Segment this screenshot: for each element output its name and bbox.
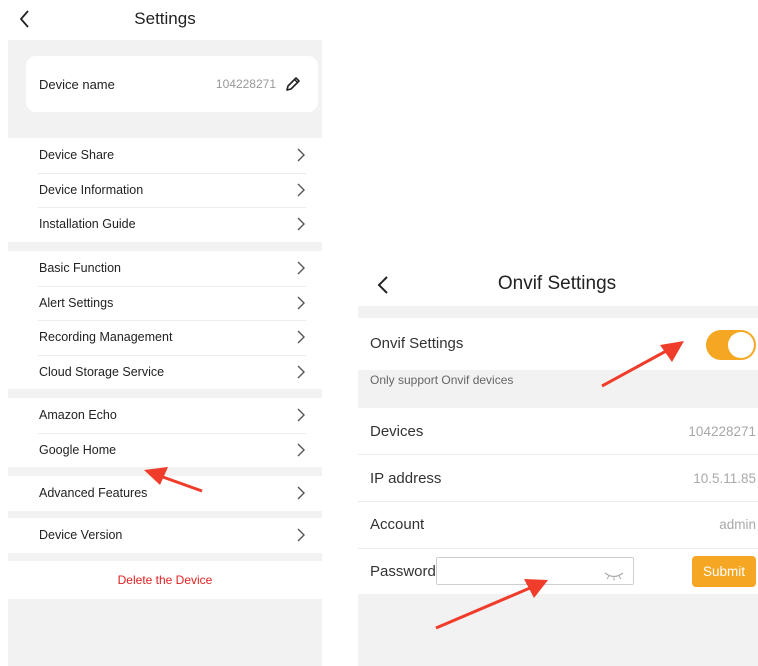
submit-button[interactable]: Submit <box>692 556 756 587</box>
row-installation-guide[interactable]: Installation Guide <box>8 207 322 242</box>
row-label: Device Version <box>39 528 123 542</box>
account-value: admin <box>719 517 756 532</box>
row-label: Advanced Features <box>39 486 148 500</box>
chevron-right-icon <box>297 408 305 422</box>
settings-screen: Settings Device name 104228271 Device Sh… <box>0 0 330 666</box>
onvif-note: Only support Onvif devices <box>370 373 514 387</box>
ip-address-label: IP address <box>370 470 442 487</box>
chevron-right-icon <box>297 330 305 344</box>
pencil-icon[interactable] <box>284 75 302 93</box>
row-label: Device Information <box>39 182 144 197</box>
settings-group-2: Basic Function Alert Settings Recording … <box>8 251 322 389</box>
row-label: Device Share <box>39 148 115 162</box>
onvif-toggle-label: Onvif Settings <box>370 335 464 352</box>
page-title: Onvif Settings <box>497 273 617 294</box>
onvif-toggle[interactable] <box>706 330 756 360</box>
settings-group-5: Device Version <box>8 518 322 553</box>
ip-address-value: 10.5.11.85 <box>693 471 756 486</box>
row-label: Alert Settings <box>39 295 114 310</box>
chevron-right-icon <box>297 443 305 456</box>
chevron-right-icon <box>297 183 305 196</box>
page-title: Settings <box>134 9 196 28</box>
delete-device-button[interactable]: Delete the Device <box>8 561 322 599</box>
row-label: Basic Function <box>39 261 121 275</box>
settings-header: Settings <box>0 0 330 40</box>
settings-body: Device name 104228271 Device Share Devic… <box>8 40 322 666</box>
onvif-body: Onvif Settings Only support Onvif device… <box>358 306 758 666</box>
row-label: Installation Guide <box>39 217 136 231</box>
row-device-share[interactable]: Device Share <box>8 138 322 173</box>
devices-value: 104228271 <box>688 424 756 439</box>
toggle-knob <box>728 332 754 358</box>
onvif-info-group: Devices 104228271 IP address 10.5.11.85 … <box>358 408 758 594</box>
password-label: Password <box>370 563 436 580</box>
divider <box>358 454 758 455</box>
chevron-right-icon <box>297 365 305 378</box>
row-device-version[interactable]: Device Version <box>8 518 322 553</box>
settings-group-1: Device Share Device Information Installa… <box>8 138 322 242</box>
chevron-right-icon <box>297 486 305 500</box>
row-cloud-storage-service[interactable]: Cloud Storage Service <box>8 354 322 390</box>
chevron-right-icon <box>297 296 305 309</box>
row-label: Google Home <box>39 442 117 457</box>
chevron-right-icon <box>297 528 305 542</box>
row-amazon-echo[interactable]: Amazon Echo <box>8 398 322 433</box>
password-row: Password Submit <box>358 549 758 594</box>
row-basic-function[interactable]: Basic Function <box>8 251 322 286</box>
row-device-information[interactable]: Device Information <box>8 172 322 208</box>
chevron-right-icon <box>297 148 305 162</box>
row-google-home[interactable]: Google Home <box>8 432 322 468</box>
onvif-settings-screen: Onvif Settings Onvif Settings Only suppo… <box>356 258 758 666</box>
account-label: Account <box>370 516 425 533</box>
row-alert-settings[interactable]: Alert Settings <box>8 285 322 321</box>
device-name-value: 104228271 <box>215 77 276 91</box>
onvif-header: Onvif Settings <box>356 258 758 308</box>
chevron-right-icon <box>297 217 305 231</box>
settings-group-3: Amazon Echo Google Home <box>8 398 322 467</box>
devices-label: Devices <box>370 423 424 440</box>
row-advanced-features[interactable]: Advanced Features <box>8 476 322 511</box>
eye-closed-icon[interactable] <box>603 571 625 581</box>
chevron-right-icon <box>297 261 305 275</box>
row-label: Cloud Storage Service <box>39 364 165 379</box>
device-name-card[interactable]: Device name 104228271 <box>26 56 318 112</box>
row-recording-management[interactable]: Recording Management <box>8 320 322 355</box>
row-label: Amazon Echo <box>39 408 117 422</box>
settings-group-4: Advanced Features <box>8 476 322 511</box>
divider <box>358 501 758 502</box>
onvif-toggle-row: Onvif Settings <box>358 318 758 370</box>
device-name-label: Device name <box>39 77 115 92</box>
row-label: Recording Management <box>39 330 173 344</box>
